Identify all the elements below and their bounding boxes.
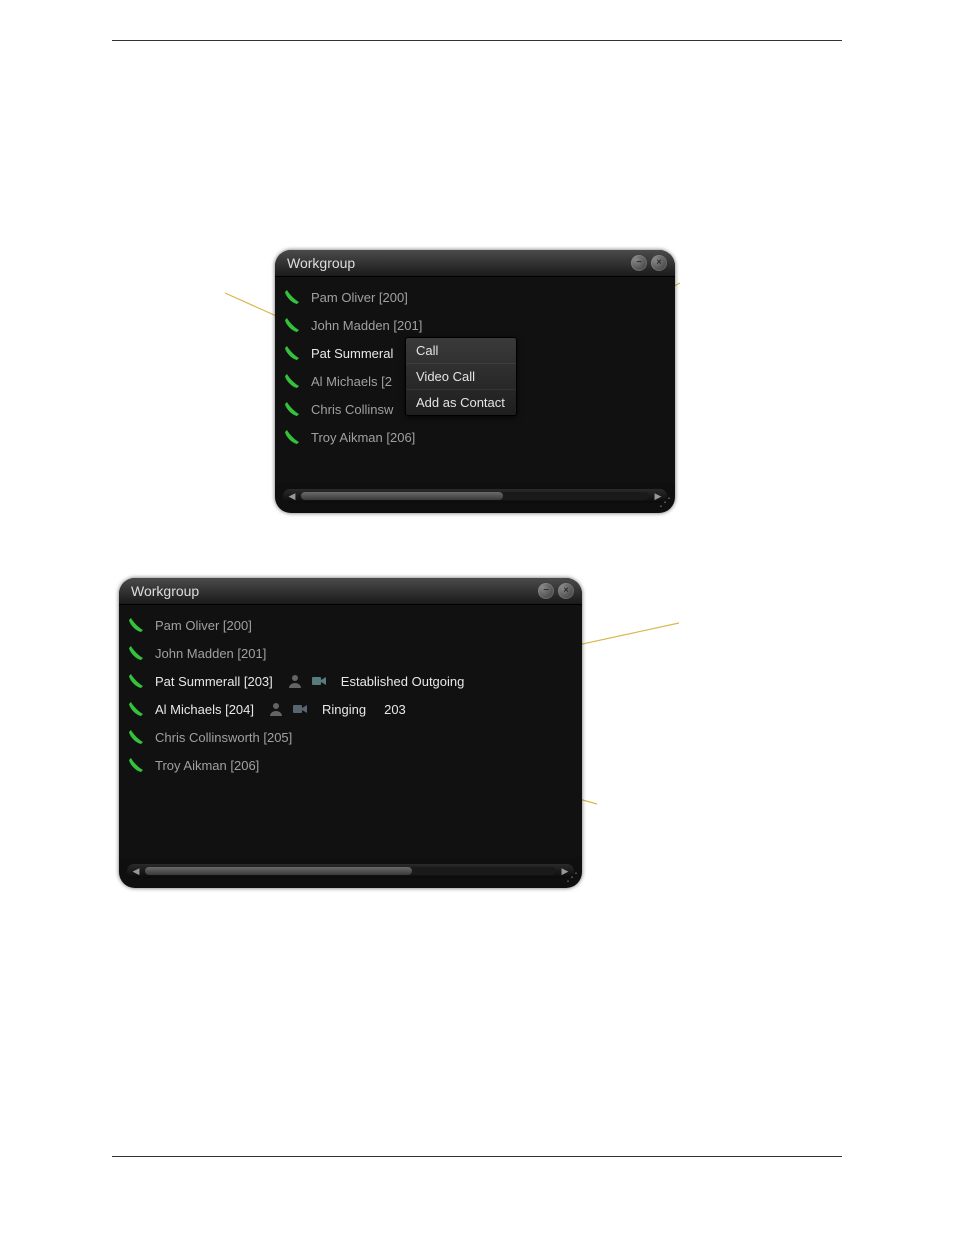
video-icon	[292, 702, 308, 716]
status-icons	[268, 702, 308, 716]
contact-name: Pam Oliver [200]	[311, 290, 408, 305]
phone-icon	[283, 288, 301, 306]
contact-list: Pam Oliver [200] John Madden [201] Pat S…	[275, 277, 675, 483]
resize-grip-icon[interactable]: ⋰	[562, 870, 578, 886]
phone-icon	[283, 400, 301, 418]
contact-name: Al Michaels [2	[311, 374, 392, 389]
call-extension: 203	[384, 702, 406, 717]
list-item[interactable]: Troy Aikman [206]	[283, 423, 667, 451]
close-icon[interactable]: ×	[558, 583, 574, 599]
window-titlebar[interactable]: Workgroup − ×	[275, 250, 675, 277]
close-icon[interactable]: ×	[651, 255, 667, 271]
list-item[interactable]: John Madden [201]	[127, 639, 574, 667]
context-menu: Call Video Call Add as Contact	[405, 337, 517, 416]
contact-name: Pat Summeral	[311, 346, 393, 361]
context-menu-item-call[interactable]: Call	[406, 338, 516, 363]
contact-name: Chris Collinsworth [205]	[155, 730, 292, 745]
contact-name: John Madden [201]	[311, 318, 422, 333]
workgroup-window-2: Workgroup − × Pam Oliver [200] John Madd…	[119, 578, 582, 888]
scroll-thumb[interactable]	[301, 492, 503, 500]
list-item[interactable]: Troy Aikman [206]	[127, 751, 574, 779]
list-item[interactable]: Pam Oliver [200]	[283, 283, 667, 311]
call-status: Ringing	[322, 702, 366, 717]
context-menu-label: Call	[416, 343, 438, 358]
context-menu-label: Video Call	[416, 369, 475, 384]
scroll-track[interactable]	[145, 867, 556, 875]
contact-name: Chris Collinsw	[311, 402, 393, 417]
contact-name: Pat Summerall [203]	[155, 674, 273, 689]
phone-icon	[283, 344, 301, 362]
phone-icon	[283, 428, 301, 446]
list-item[interactable]: Pat Summerall [203] Established Outgoing	[127, 667, 574, 695]
scroll-left-icon[interactable]: ◀	[287, 491, 297, 501]
bottom-rule	[112, 1156, 842, 1157]
minimize-icon[interactable]: −	[538, 583, 554, 599]
phone-icon	[127, 756, 145, 774]
status-icons	[287, 674, 327, 688]
person-icon	[287, 674, 303, 688]
minimize-icon[interactable]: −	[631, 255, 647, 271]
window-title: Workgroup	[287, 255, 627, 271]
list-item[interactable]: Al Michaels [204] Ringing 203	[127, 695, 574, 723]
horizontal-scrollbar[interactable]: ◀ ▶	[283, 489, 667, 503]
phone-icon	[127, 616, 145, 634]
contact-name: Troy Aikman [206]	[311, 430, 415, 445]
scroll-track[interactable]	[301, 492, 649, 500]
contact-name: Pam Oliver [200]	[155, 618, 252, 633]
context-menu-item-add-contact[interactable]: Add as Contact	[406, 389, 516, 415]
video-icon	[311, 674, 327, 688]
window-titlebar[interactable]: Workgroup − ×	[119, 578, 582, 605]
scroll-thumb[interactable]	[145, 867, 412, 875]
contact-list: Pam Oliver [200] John Madden [201] Pat S…	[119, 605, 582, 857]
phone-icon	[127, 728, 145, 746]
page: Workgroup − × Pam Oliver [200] John Madd…	[0, 0, 954, 1235]
scroll-left-icon[interactable]: ◀	[131, 866, 141, 876]
phone-icon	[283, 316, 301, 334]
call-status: Established Outgoing	[341, 674, 465, 689]
context-menu-label: Add as Contact	[416, 395, 505, 410]
context-menu-item-video-call[interactable]: Video Call	[406, 363, 516, 389]
horizontal-scrollbar[interactable]: ◀ ▶	[127, 864, 574, 878]
phone-icon	[127, 700, 145, 718]
phone-icon	[127, 644, 145, 662]
window-title: Workgroup	[131, 583, 534, 599]
phone-icon	[283, 372, 301, 390]
contact-name: John Madden [201]	[155, 646, 266, 661]
workgroup-window-1: Workgroup − × Pam Oliver [200] John Madd…	[275, 250, 675, 513]
list-item[interactable]: Chris Collinsworth [205]	[127, 723, 574, 751]
top-rule	[112, 40, 842, 41]
resize-grip-icon[interactable]: ⋰	[655, 495, 671, 511]
list-item[interactable]: John Madden [201]	[283, 311, 667, 339]
contact-name: Troy Aikman [206]	[155, 758, 259, 773]
person-icon	[268, 702, 284, 716]
phone-icon	[127, 672, 145, 690]
contact-name: Al Michaels [204]	[155, 702, 254, 717]
list-item[interactable]: Pam Oliver [200]	[127, 611, 574, 639]
